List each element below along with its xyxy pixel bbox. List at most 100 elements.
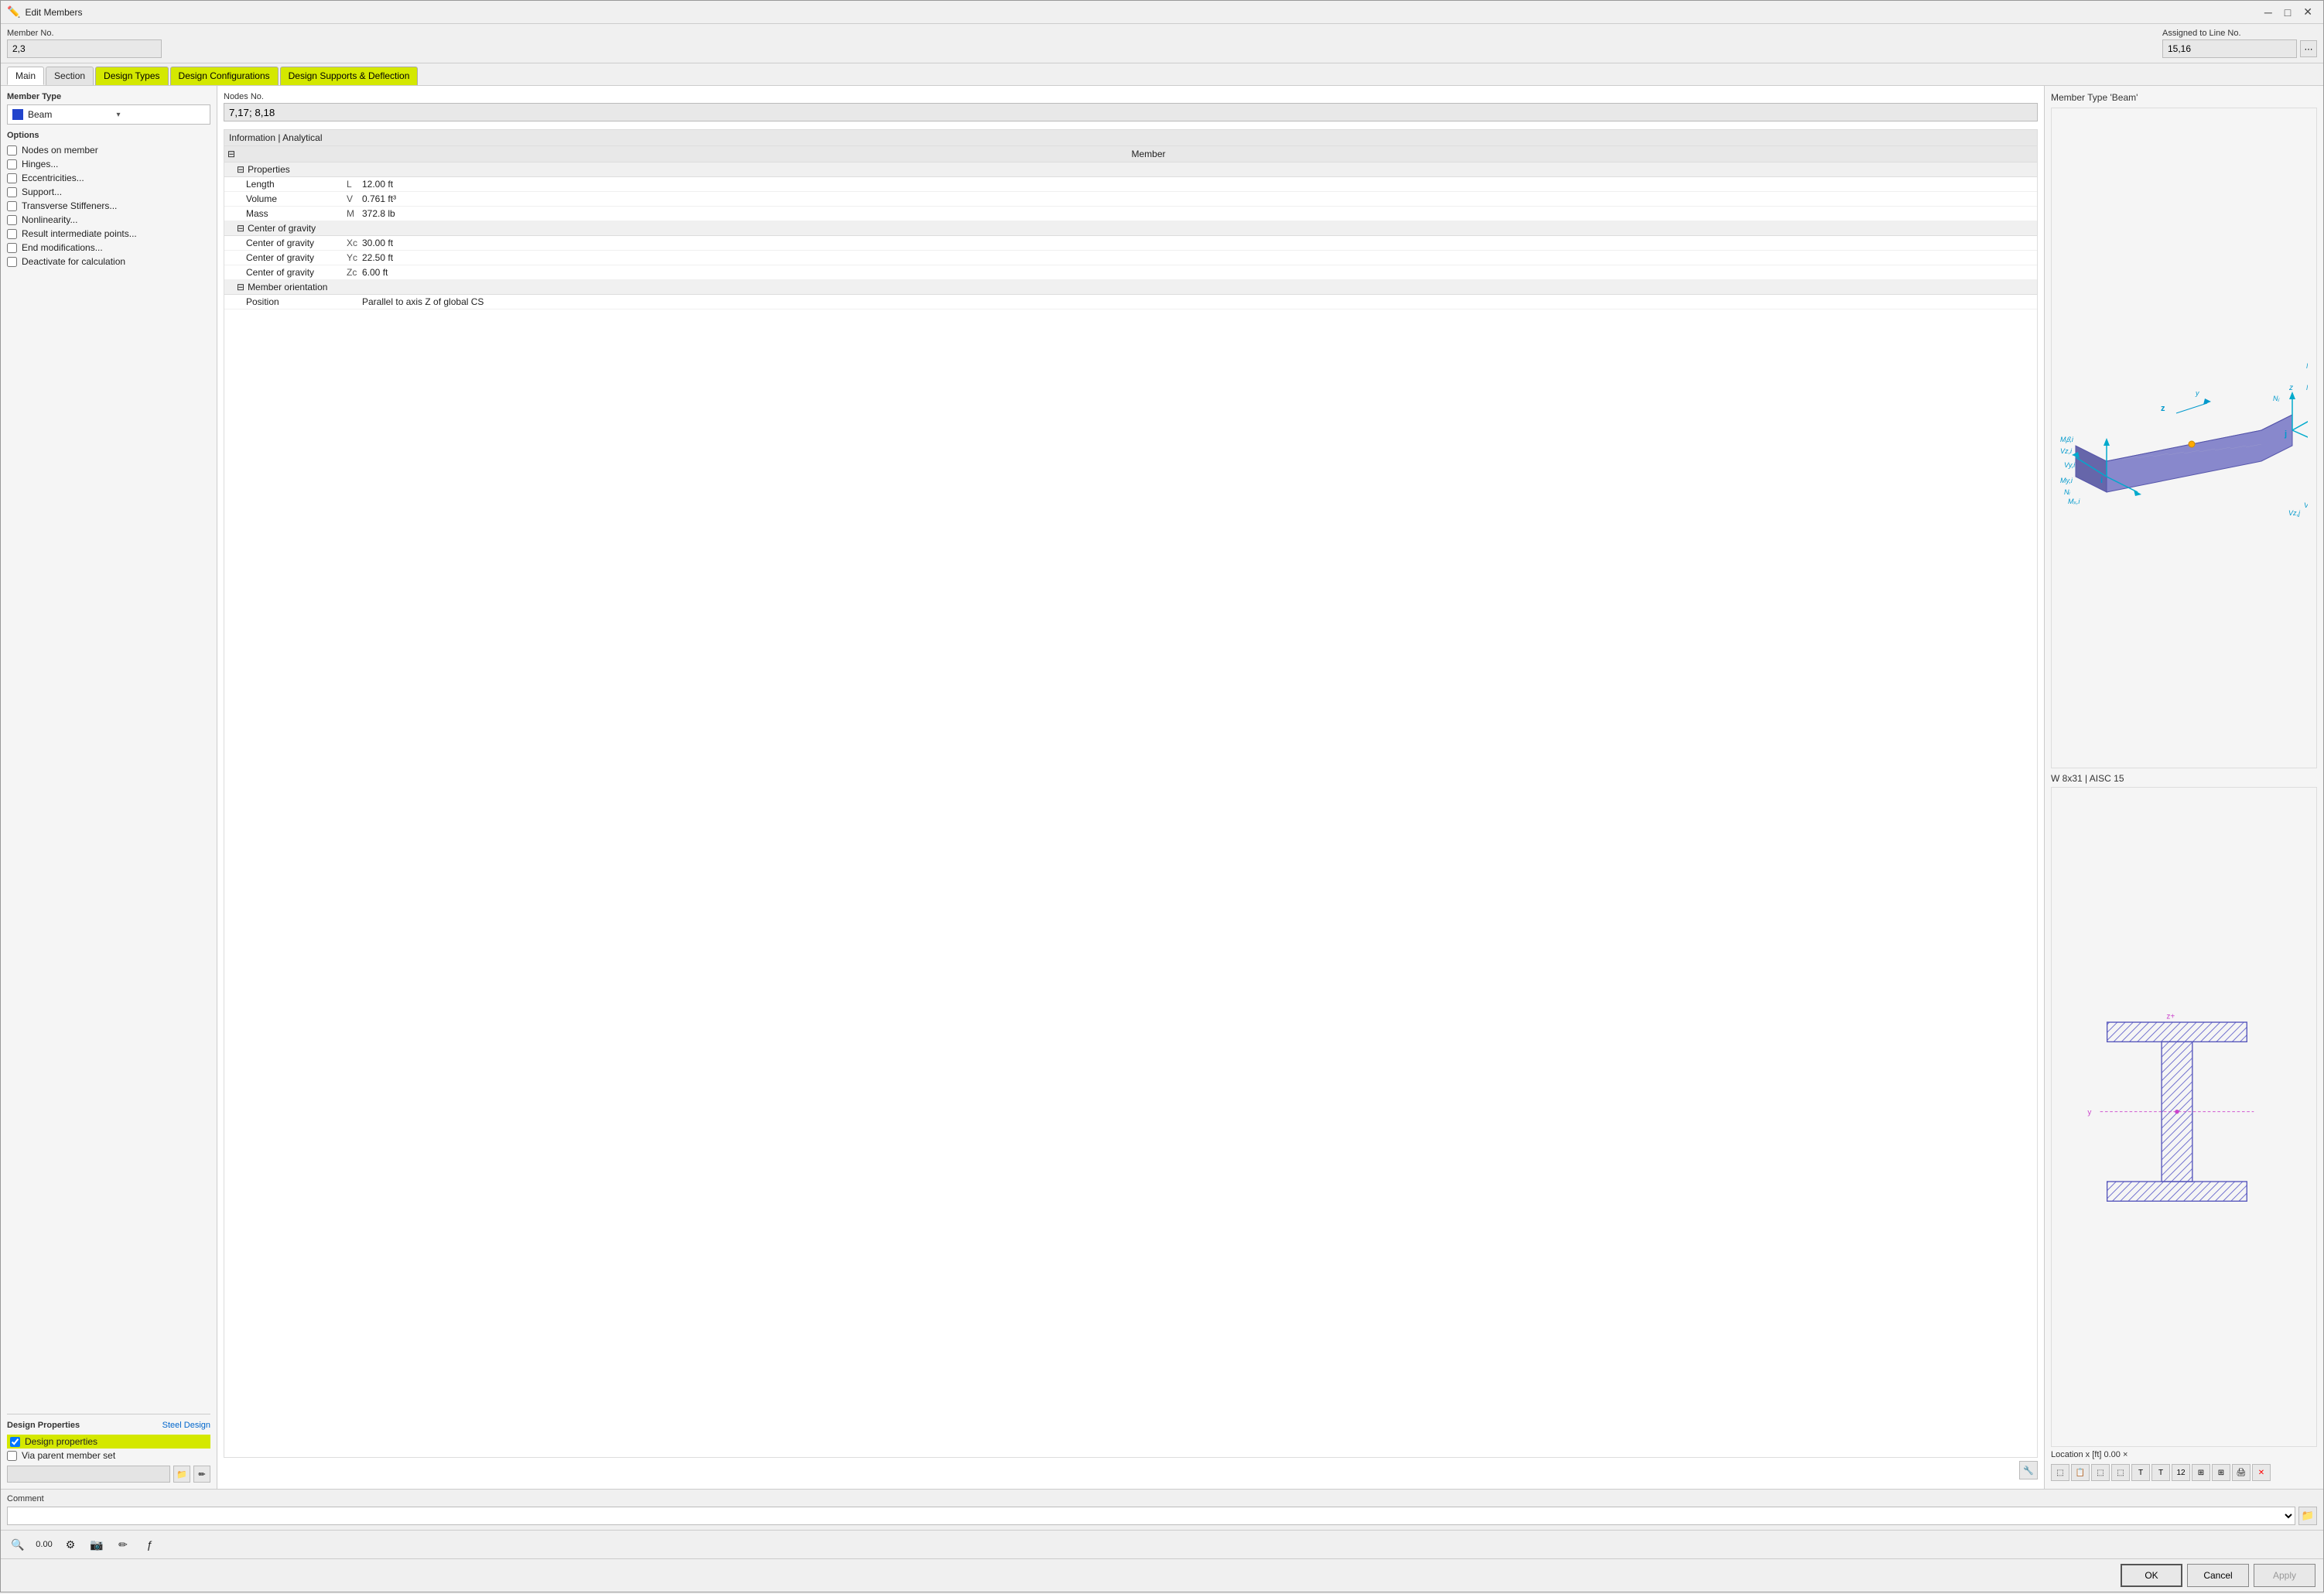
svg-text:Mₓ,j: Mₓ,j — [2306, 384, 2308, 392]
options-label: Options — [7, 131, 210, 140]
position-row: Position Parallel to axis Z of global CS — [224, 295, 2037, 310]
toolbar-btn-6[interactable]: T — [2151, 1464, 2170, 1481]
toolbar-btn-3[interactable]: ⬚ — [2091, 1464, 2110, 1481]
maximize-button[interactable]: □ — [2280, 4, 2295, 20]
member-no-input[interactable] — [7, 39, 162, 58]
toolbar-btn-10[interactable]: 🖨 — [2232, 1464, 2251, 1481]
minimize-button[interactable]: ─ — [2260, 4, 2277, 20]
toolbar-btn-1[interactable]: ⬚ — [2051, 1464, 2069, 1481]
nodes-no-row: Nodes No. — [224, 92, 2038, 121]
cog-subgroup-label: Center of gravity — [248, 223, 316, 234]
svg-text:Nᵢ: Nᵢ — [2064, 488, 2070, 496]
cog-zc-name: Center of gravity — [246, 267, 347, 278]
steel-design-link[interactable]: Steel Design — [162, 1421, 210, 1430]
search-tool[interactable]: 🔍 — [7, 1534, 29, 1555]
orientation-subgroup-header[interactable]: ⊟ Member orientation — [224, 280, 2037, 295]
option-eccentricities-label[interactable]: Eccentricities... — [22, 173, 84, 183]
toolbar-btn-11[interactable]: ✕ — [2252, 1464, 2271, 1481]
design-prop-label[interactable]: Design properties — [25, 1436, 97, 1447]
header-row: Member No. Assigned to Line No. ⋯ — [1, 24, 2323, 63]
option-nodes-label[interactable]: Nodes on member — [22, 145, 98, 156]
tab-design-types[interactable]: Design Types — [95, 67, 169, 85]
cog-xc-value: 30.00 ft — [362, 238, 2031, 248]
position-key — [347, 296, 362, 307]
member-type-select[interactable]: Beam ▾ — [7, 104, 210, 125]
edit-tool[interactable]: ✏ — [112, 1534, 134, 1555]
design-prop-browse-btn[interactable]: 📁 — [173, 1466, 190, 1483]
position-name: Position — [246, 296, 347, 307]
option-hinges: Hinges... — [7, 157, 210, 171]
collapse-member-icon: ⊟ — [227, 149, 1129, 159]
option-deactivate-label[interactable]: Deactivate for calculation — [22, 256, 125, 267]
toolbar-btn-7[interactable]: 12 — [2172, 1464, 2190, 1481]
ok-button[interactable]: OK — [2121, 1564, 2182, 1587]
comment-browse-btn[interactable]: 📁 — [2298, 1507, 2317, 1525]
option-support-checkbox[interactable] — [7, 187, 17, 197]
function-tool[interactable]: ƒ — [138, 1534, 160, 1555]
cross-section-area: z+ y — [2051, 787, 2317, 1448]
option-support-label[interactable]: Support... — [22, 186, 62, 197]
nodes-no-input[interactable] — [224, 103, 2038, 121]
design-prop-via-parent: Via parent member set — [7, 1449, 210, 1462]
option-nonlinearity-checkbox[interactable] — [7, 215, 17, 225]
option-deactivate-checkbox[interactable] — [7, 257, 17, 267]
camera-tool[interactable]: 📷 — [86, 1534, 108, 1555]
cog-subgroup-header[interactable]: ⊟ Center of gravity — [224, 221, 2037, 236]
collapse-orient-icon: ⊟ — [237, 282, 244, 292]
design-prop-checkbox[interactable] — [10, 1437, 20, 1447]
tab-section[interactable]: Section — [46, 67, 94, 85]
member-type-section: Member Type Beam ▾ — [7, 92, 210, 125]
cancel-button[interactable]: Cancel — [2187, 1564, 2249, 1587]
tab-main[interactable]: Main — [7, 67, 44, 85]
cog-zc-value: 6.00 ft — [362, 267, 2031, 278]
design-prop-edit-btn[interactable]: ✏ — [193, 1466, 210, 1483]
design-prop-input-row: 📁 ✏ — [7, 1466, 210, 1483]
comment-input[interactable] — [7, 1507, 2295, 1525]
value-tool[interactable]: 0.00 — [33, 1534, 55, 1555]
member-group-header[interactable]: ⊟ Member — [224, 146, 2037, 162]
design-prop-input[interactable] — [7, 1466, 170, 1483]
option-transverse-label[interactable]: Transverse Stiffeners... — [22, 200, 117, 211]
middle-bottom-btn[interactable]: 🔧 — [2019, 1461, 2038, 1479]
option-nonlinearity-label[interactable]: Nonlinearity... — [22, 214, 77, 225]
collapse-props-icon: ⊟ — [237, 164, 244, 175]
apply-button[interactable]: Apply — [2254, 1564, 2315, 1587]
properties-subgroup-header[interactable]: ⊟ Properties — [224, 162, 2037, 177]
cog-yc-row: Center of gravity Yc 22.50 ft — [224, 251, 2037, 265]
volume-name: Volume — [246, 193, 347, 204]
tab-design-supports[interactable]: Design Supports & Deflection — [280, 67, 419, 85]
option-result-label[interactable]: Result intermediate points... — [22, 228, 137, 239]
option-nonlinearity: Nonlinearity... — [7, 213, 210, 227]
assigned-line-button[interactable]: ⋯ — [2300, 40, 2317, 57]
option-hinges-label[interactable]: Hinges... — [22, 159, 58, 169]
length-value: 12.00 ft — [362, 179, 2031, 190]
info-header: Information | Analytical — [224, 130, 2037, 146]
toolbar-btn-9[interactable]: ⊞ — [2212, 1464, 2230, 1481]
option-result-checkbox[interactable] — [7, 229, 17, 239]
toolbar-btn-2[interactable]: 📋 — [2071, 1464, 2090, 1481]
option-nodes-checkbox[interactable] — [7, 145, 17, 156]
cog-xc-name: Center of gravity — [246, 238, 347, 248]
option-transverse-checkbox[interactable] — [7, 201, 17, 211]
option-end-modifications-checkbox[interactable] — [7, 243, 17, 253]
toolbar-btn-5[interactable]: T — [2131, 1464, 2150, 1481]
toolbar-btn-4[interactable]: ⬚ — [2111, 1464, 2130, 1481]
location-value: 0.00 × — [2104, 1450, 2128, 1459]
option-end-modifications-label[interactable]: End modifications... — [22, 242, 103, 253]
options-section: Options Nodes on member Hinges... Eccent… — [7, 131, 210, 269]
via-parent-label[interactable]: Via parent member set — [22, 1450, 115, 1461]
svg-text:Vy,j: Vy,j — [2304, 501, 2308, 509]
option-eccentricities-checkbox[interactable] — [7, 173, 17, 183]
volume-key: V — [347, 193, 362, 204]
option-hinges-checkbox[interactable] — [7, 159, 17, 169]
length-key: L — [347, 179, 362, 190]
settings-tool[interactable]: ⚙ — [60, 1534, 81, 1555]
tab-design-configurations[interactable]: Design Configurations — [170, 67, 279, 85]
via-parent-checkbox[interactable] — [7, 1451, 17, 1461]
close-button[interactable]: ✕ — [2298, 4, 2317, 20]
toolbar-btn-8[interactable]: ⊞ — [2192, 1464, 2210, 1481]
bottom-toolbar: 🔍 0.00 ⚙ 📷 ✏ ƒ — [1, 1530, 2323, 1558]
mass-name: Mass — [246, 208, 347, 219]
properties-subgroup-label: Properties — [248, 164, 290, 175]
assigned-line-input[interactable] — [2162, 39, 2297, 58]
